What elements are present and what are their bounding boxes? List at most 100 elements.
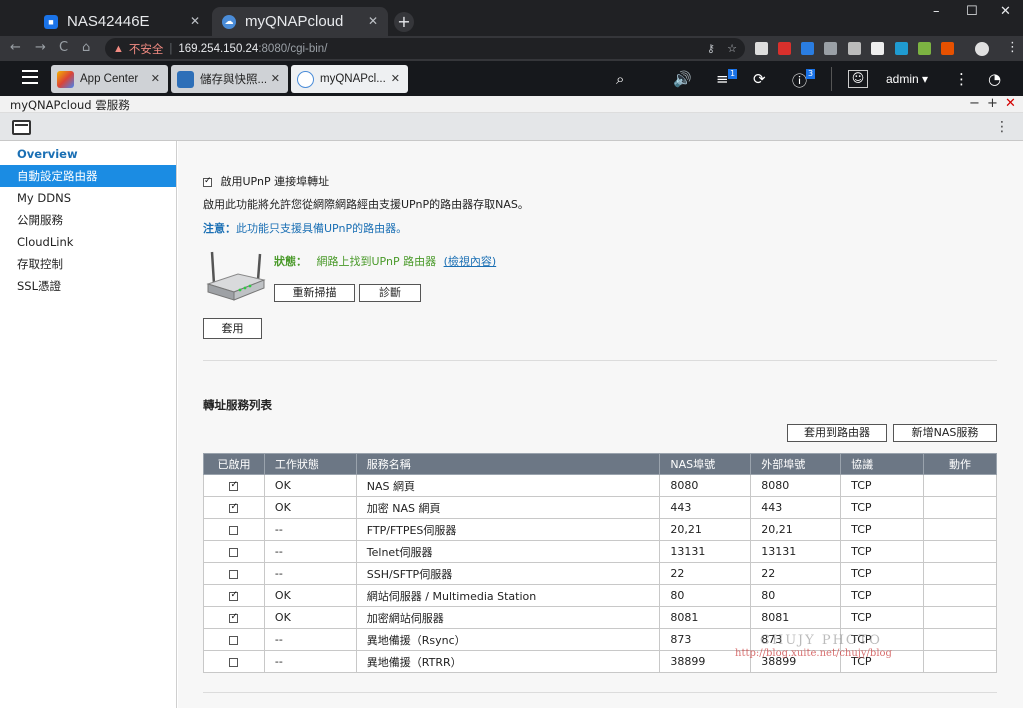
enabled-checkbox[interactable] xyxy=(229,657,239,667)
main-menu-icon[interactable] xyxy=(22,70,38,88)
enabled-checkbox[interactable] xyxy=(229,480,239,491)
enabled-cell xyxy=(203,628,265,651)
external-port-cell: 22 xyxy=(750,562,842,585)
extension-icon[interactable] xyxy=(941,42,954,55)
column-header[interactable]: 外部埠號 xyxy=(750,453,842,475)
toolbar-more-icon[interactable]: ⋮ xyxy=(995,119,1009,135)
close-icon[interactable]: ✕ xyxy=(271,72,280,85)
notification-icon[interactable]: ⓘ xyxy=(792,70,807,91)
enabled-checkbox[interactable] xyxy=(229,612,239,623)
table-row[interactable]: -- FTP/FTPES伺服器 20,21 20,21 TCP xyxy=(203,518,997,541)
extension-icon[interactable] xyxy=(918,42,931,55)
extension-icon[interactable] xyxy=(848,42,861,55)
url-separator: | xyxy=(169,42,173,55)
table-row[interactable]: OK加密網站伺服器80818081TCP xyxy=(203,606,997,629)
window-title: myQNAPcloud 雲服務 xyxy=(10,98,130,112)
browser-menu-icon[interactable]: ⋮ xyxy=(1006,40,1019,55)
forward-icon[interactable]: → xyxy=(35,40,46,55)
sidebar-item-ssl-certificate[interactable]: SSL憑證 xyxy=(0,275,176,297)
back-icon[interactable]: ← xyxy=(10,40,21,55)
extension-icon[interactable] xyxy=(895,42,908,55)
reload-icon[interactable]: C xyxy=(59,40,68,55)
sidebar-item-cloudlink[interactable]: CloudLink xyxy=(0,231,176,253)
qts-tab-app-center[interactable]: App Center ✕ xyxy=(51,65,168,93)
home-icon[interactable]: ⌂ xyxy=(82,40,90,55)
service-name-cell: FTP/FTPES伺服器 xyxy=(355,518,661,541)
panel-layout-icon[interactable] xyxy=(12,120,31,135)
sidebar-item-my-ddns[interactable]: My DDNS xyxy=(0,187,176,209)
qts-tab-myqnapcloud[interactable]: myQNAPcl... ✕ xyxy=(291,65,408,93)
dashboard-gauge-icon[interactable]: ◔ xyxy=(988,70,1001,88)
sync-icon[interactable]: ⟳ xyxy=(753,70,766,88)
table-row[interactable]: -- SSH/SFTP伺服器 22 22 TCP xyxy=(203,562,997,585)
enabled-checkbox[interactable] xyxy=(229,635,239,645)
diagnose-button[interactable]: 診斷 xyxy=(359,284,421,302)
sidebar-item-published-services[interactable]: 公開服務 xyxy=(0,209,176,231)
volume-icon[interactable]: 🔊 xyxy=(673,70,692,88)
apply-to-router-button[interactable]: 套用到路由器 xyxy=(787,424,887,442)
sidebar-item-access-control[interactable]: 存取控制 xyxy=(0,253,176,275)
bookmark-star-icon[interactable]: ☆ xyxy=(727,43,737,55)
enabled-checkbox[interactable] xyxy=(229,569,239,579)
profile-avatar[interactable] xyxy=(975,42,989,56)
extension-icon[interactable] xyxy=(755,42,768,55)
extension-icon[interactable] xyxy=(801,42,814,55)
enabled-checkbox[interactable] xyxy=(229,502,239,513)
url-field[interactable]: ▲ 不安全 | 169.254.150.24:8080/cgi-bin/ ⚷ ☆ xyxy=(105,38,745,59)
qts-tab-label: myQNAPcl... xyxy=(320,73,386,85)
sidebar-item-auto-router-config[interactable]: 自動設定路由器 xyxy=(0,165,176,187)
maximize-icon[interactable]: ☐ xyxy=(966,4,978,19)
column-header[interactable]: 協議 xyxy=(840,453,925,475)
insecure-label[interactable]: 不安全 xyxy=(129,41,164,57)
service-name-cell: SSH/SFTP伺服器 xyxy=(355,562,661,585)
divider xyxy=(203,360,997,361)
close-window-icon[interactable]: ✕ xyxy=(1005,96,1016,111)
qts-tab-label: 儲存與快照... xyxy=(200,74,268,86)
enabled-checkbox[interactable] xyxy=(229,525,239,535)
add-nas-service-button[interactable]: 新增NAS服務 xyxy=(893,424,997,442)
background-tasks-icon[interactable]: ≡ xyxy=(716,70,729,88)
sidebar-item-overview[interactable]: Overview xyxy=(0,143,176,165)
new-tab-button[interactable]: + xyxy=(394,12,414,32)
tasks-badge: 1 xyxy=(728,69,738,79)
user-menu[interactable]: admin ▾ xyxy=(886,72,928,86)
close-icon[interactable]: ✕ xyxy=(391,72,400,85)
service-name-cell: 異地備援（Rsync） xyxy=(355,628,661,651)
column-header[interactable]: 已啟用 xyxy=(203,453,265,475)
column-header[interactable]: NAS埠號 xyxy=(659,453,752,475)
minimize-icon[interactable]: – xyxy=(933,4,940,19)
minimize-window-icon[interactable]: − xyxy=(969,96,980,111)
close-window-icon[interactable]: ✕ xyxy=(1000,4,1011,19)
enabled-checkbox[interactable] xyxy=(229,590,239,601)
adblock-icon[interactable] xyxy=(778,42,791,55)
qts-tab-storage-snapshots[interactable]: 儲存與快照... ✕ xyxy=(171,65,288,93)
divider xyxy=(203,692,997,693)
search-icon[interactable]: ⌕ xyxy=(616,70,624,88)
table-row[interactable]: -- Telnet伺服器 13131 13131 TCP xyxy=(203,540,997,563)
maximize-window-icon[interactable]: + xyxy=(987,96,998,111)
enabled-cell xyxy=(203,562,265,585)
browser-tab-myqnapcloud[interactable]: ☁ myQNAPcloud ✕ xyxy=(212,7,388,36)
nas-port-cell: 8081 xyxy=(659,606,752,629)
column-header[interactable]: 服務名稱 xyxy=(355,453,661,475)
note-prefix: 注意： xyxy=(203,222,236,235)
more-options-icon[interactable]: ⋮ xyxy=(954,70,969,88)
table-row[interactable]: OKNAS 網頁80808080TCP xyxy=(203,474,997,497)
column-header[interactable]: 工作狀態 xyxy=(263,453,357,475)
close-tab-icon[interactable]: ✕ xyxy=(368,14,378,28)
extension-icon[interactable] xyxy=(824,42,837,55)
close-tab-icon[interactable]: ✕ xyxy=(190,14,200,28)
key-icon[interactable]: ⚷ xyxy=(707,43,715,55)
extension-icon[interactable] xyxy=(871,42,884,55)
rescan-button[interactable]: 重新掃描 xyxy=(274,284,355,302)
table-row[interactable]: OK網站伺服器 / Multimedia Station8080TCP xyxy=(203,584,997,607)
apply-button[interactable]: 套用 xyxy=(203,318,262,339)
enabled-checkbox[interactable] xyxy=(229,547,239,557)
user-avatar-icon[interactable]: ☺ xyxy=(848,70,868,88)
table-row[interactable]: OK加密 NAS 網頁443443TCP xyxy=(203,496,997,519)
browser-tab-nas[interactable]: ■ NAS42446E ✕ xyxy=(34,7,210,36)
view-details-link[interactable]: (檢視內容) xyxy=(444,255,497,268)
external-port-cell: 8080 xyxy=(750,474,842,497)
upnp-enable-checkbox[interactable] xyxy=(203,176,212,187)
close-icon[interactable]: ✕ xyxy=(151,72,160,85)
